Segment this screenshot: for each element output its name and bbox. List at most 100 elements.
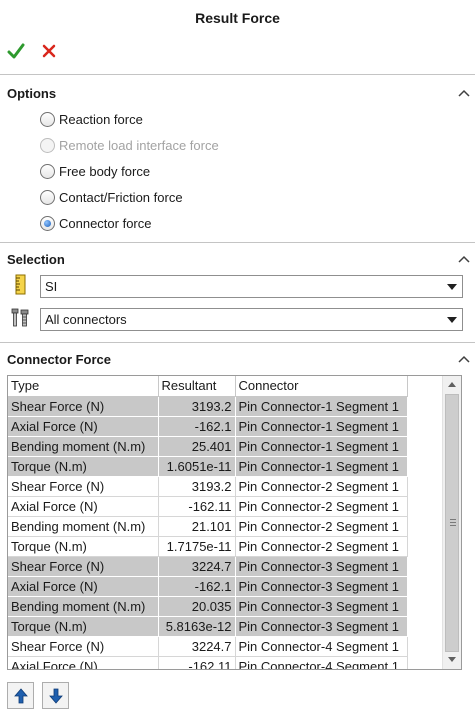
selection-section-title: Selection <box>7 252 65 267</box>
divider <box>0 342 475 343</box>
chevron-down-icon <box>447 284 457 290</box>
table-row[interactable]: Shear Force (N) 3193.2 Pin Connector-1 Seg… <box>8 396 408 417</box>
cell-type: Axial Force (N) <box>8 496 159 517</box>
cell-resultant: -162.11 <box>158 496 236 517</box>
cell-type: Torque (N.m) <box>8 456 159 477</box>
ruler-icon <box>15 274 26 295</box>
units-dropdown-value: SI <box>45 279 58 294</box>
options-section-title: Options <box>7 86 57 101</box>
column-header-resultant[interactable]: Resultant <box>158 376 236 397</box>
move-up-button[interactable] <box>7 682 34 709</box>
cell-resultant: 5.8163e-12 <box>158 616 236 637</box>
cell-resultant: 3193.2 <box>158 476 236 497</box>
cell-connector: Pin Connector-3 Segment 1 <box>235 616 408 637</box>
cell-connector: Pin Connector-3 Segment 1 <box>235 596 408 617</box>
radio-option[interactable]: Connector force <box>40 214 152 232</box>
radio-button[interactable] <box>40 111 55 127</box>
radio-button[interactable] <box>40 163 55 179</box>
divider <box>0 242 475 243</box>
table-row[interactable]: Shear Force (N) 3193.2 Pin Connector-2 Seg… <box>8 476 408 497</box>
cell-type: Bending moment (N.m) <box>8 516 159 537</box>
table-row[interactable]: Torque (N.m) 1.6051e-11 Pin Connector-1 Se… <box>8 456 408 477</box>
cell-resultant: -162.1 <box>158 576 236 597</box>
scrollbar-thumb[interactable] <box>445 394 459 652</box>
radio-button[interactable] <box>40 189 55 205</box>
move-down-button[interactable] <box>42 682 69 709</box>
table-row[interactable]: Bending moment (N.m) 20.035 Pin Connector-… <box>8 596 408 617</box>
radio-option[interactable]: Contact/Friction force <box>40 188 183 206</box>
checkmark-icon[interactable] <box>7 42 25 60</box>
cell-resultant: 3224.7 <box>158 556 236 577</box>
column-header-connector[interactable]: Connector <box>235 376 408 397</box>
cell-type: Axial Force (N) <box>8 416 159 437</box>
cell-resultant: 1.6051e-11 <box>158 456 236 477</box>
table-vertical-scrollbar[interactable] <box>442 376 461 669</box>
radio-button <box>40 137 55 153</box>
cell-resultant: -162.11 <box>158 656 236 669</box>
cell-resultant: 3224.7 <box>158 636 236 657</box>
cell-connector: Pin Connector-1 Segment 1 <box>235 436 408 457</box>
property-manager-title: Result Force <box>195 10 280 26</box>
bolt-connector-icon <box>11 308 29 327</box>
close-x-icon[interactable] <box>41 43 57 59</box>
cell-resultant: 1.7175e-11 <box>158 536 236 557</box>
table-row[interactable]: Axial Force (N) -162.11 Pin Connector-4 Se… <box>8 656 408 669</box>
cell-connector: Pin Connector-2 Segment 1 <box>235 496 408 517</box>
cell-connector: Pin Connector-1 Segment 1 <box>235 416 408 437</box>
table-row[interactable]: Torque (N.m) 1.7175e-11 Pin Connector-2 Se… <box>8 536 408 557</box>
cell-connector: Pin Connector-2 Segment 1 <box>235 476 408 497</box>
connector-force-section-title: Connector Force <box>7 352 112 367</box>
collapse-selection-chevron-icon[interactable] <box>458 255 470 263</box>
cell-connector: Pin Connector-2 Segment 1 <box>235 516 408 537</box>
cell-connector: Pin Connector-1 Segment 1 <box>235 396 408 417</box>
cell-resultant: 21.101 <box>158 516 236 537</box>
collapse-options-chevron-icon[interactable] <box>458 89 470 97</box>
table-row[interactable]: Torque (N.m) 5.8163e-12 Pin Connector-3 Se… <box>8 616 408 637</box>
radio-button[interactable] <box>40 215 55 231</box>
units-dropdown[interactable]: SI <box>40 275 463 298</box>
cell-type: Torque (N.m) <box>8 616 159 637</box>
table-row[interactable]: Axial Force (N) -162.11 Pin Connector-2 Se… <box>8 496 408 517</box>
cell-resultant: -162.1 <box>158 416 236 437</box>
move-up-arrow-icon <box>13 687 28 703</box>
cell-type: Axial Force (N) <box>8 656 159 669</box>
radio-label: Connector force <box>59 215 152 231</box>
table-row[interactable]: Shear Force (N) 3224.7 Pin Connector-3 Seg… <box>8 556 408 577</box>
cell-type: Shear Force (N) <box>8 396 159 417</box>
divider <box>0 74 475 75</box>
scroll-down-arrow-icon[interactable] <box>448 657 456 662</box>
cell-connector: Pin Connector-3 Segment 1 <box>235 576 408 597</box>
cell-connector: Pin Connector-4 Segment 1 <box>235 636 408 657</box>
radio-option: Remote load interface force <box>40 136 219 154</box>
connectors-dropdown-value: All connectors <box>45 312 127 327</box>
connector-force-table[interactable]: Type Resultant Connector Shear Force (N)… <box>7 375 462 670</box>
cell-connector: Pin Connector-3 Segment 1 <box>235 556 408 577</box>
cell-type: Bending moment (N.m) <box>8 596 159 617</box>
move-down-arrow-icon <box>48 688 63 704</box>
radio-label: Reaction force <box>59 111 143 127</box>
table-row[interactable]: Bending moment (N.m) 21.101 Pin Connector-… <box>8 516 408 537</box>
radio-option[interactable]: Reaction force <box>40 110 143 128</box>
table-row[interactable]: Bending moment (N.m) 25.401 Pin Connector-… <box>8 436 408 457</box>
cell-type: Bending moment (N.m) <box>8 436 159 457</box>
cell-resultant: 25.401 <box>158 436 236 457</box>
scroll-up-arrow-icon[interactable] <box>448 382 456 387</box>
cell-type: Shear Force (N) <box>8 636 159 657</box>
radio-label: Contact/Friction force <box>59 189 183 205</box>
radio-label: Free body force <box>59 163 151 179</box>
collapse-connector-force-chevron-icon[interactable] <box>458 355 470 363</box>
chevron-down-icon <box>447 317 457 323</box>
radio-label: Remote load interface force <box>59 137 219 153</box>
table-row[interactable]: Axial Force (N) -162.1 Pin Connector-3 Seg… <box>8 576 408 597</box>
cell-type: Shear Force (N) <box>8 476 159 497</box>
cell-type: Axial Force (N) <box>8 576 159 597</box>
cell-connector: Pin Connector-2 Segment 1 <box>235 536 408 557</box>
table-row[interactable]: Axial Force (N) -162.1 Pin Connector-1 Seg… <box>8 416 408 437</box>
connectors-dropdown[interactable]: All connectors <box>40 308 463 331</box>
radio-option[interactable]: Free body force <box>40 162 150 180</box>
cell-resultant: 20.035 <box>158 596 236 617</box>
table-header-row: Type Resultant Connector <box>8 376 408 397</box>
table-row[interactable]: Shear Force (N) 3224.7 Pin Connector-4 Seg… <box>8 636 408 657</box>
column-header-type[interactable]: Type <box>8 376 159 397</box>
cell-resultant: 3193.2 <box>158 396 236 417</box>
